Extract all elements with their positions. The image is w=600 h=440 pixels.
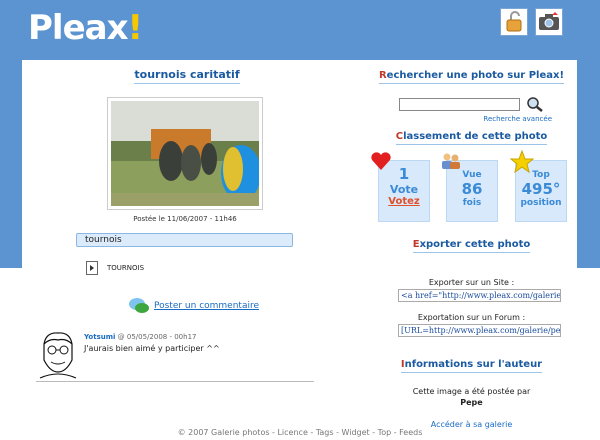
logo-bang: !	[127, 8, 143, 48]
tag-field[interactable]: tournois	[76, 233, 293, 247]
ranking-section-title: Classement de cette photo	[374, 131, 569, 145]
vote-button[interactable]: Votez	[379, 196, 429, 207]
camera-icon	[539, 12, 559, 30]
top-position: 495°	[521, 180, 561, 198]
ranking-title-text: lassement de cette photo	[403, 131, 548, 142]
padlock-icon	[506, 11, 522, 32]
export-site-label: Exporter sur un Site :	[428, 278, 515, 287]
views-count: 86	[461, 180, 483, 198]
comment-author-line: Yotsumi @ 05/05/2008 - 00h17	[84, 333, 196, 341]
tag-label: TOURNOIS	[107, 264, 145, 272]
star-icon	[510, 150, 534, 174]
comment-author[interactable]: Yotsumi	[84, 333, 115, 341]
ranking-title-initial: C	[395, 131, 404, 142]
author-posted-by: Cette image a été postée par	[412, 387, 531, 396]
photo-title: tournois caritatif	[134, 68, 240, 84]
post-comment-label: Poster un commentaire	[154, 301, 260, 311]
views-label: Vue	[462, 170, 482, 180]
vote-label: Vote	[389, 183, 419, 196]
search-title-initial: R	[378, 70, 387, 81]
user-avatar	[39, 332, 77, 379]
export-site-code[interactable]: <a href="http://www.pleax.com/galerie/pe	[398, 289, 561, 302]
author-name[interactable]: Pepe	[374, 398, 569, 407]
heart-icon	[371, 152, 391, 170]
photo-date: Postée le 11/06/2007 - 11h46	[133, 215, 237, 223]
footer: © 2007 Galerie photos - Licence - Tags -…	[177, 428, 423, 437]
sidebar: Rechercher une photo sur Pleax! Recherch…	[371, 60, 569, 429]
speech-bubbles-icon	[129, 298, 149, 313]
tag-item[interactable]: TOURNOIS	[86, 261, 144, 275]
author-title-text: nformations sur l'auteur	[404, 359, 543, 370]
logo-text: Pleax	[28, 8, 129, 48]
search-input[interactable]	[399, 97, 520, 111]
search-section-title: Rechercher une photo sur Pleax!	[374, 70, 569, 84]
photo-image[interactable]	[107, 97, 263, 210]
paintball-photo	[111, 101, 261, 206]
export-section-title: Exporter cette photo	[374, 239, 569, 253]
export-forum-code[interactable]: [URL=http://www.pleax.com/galerie/pepe,	[398, 324, 561, 337]
export-forum-label: Exportation sur un Forum :	[417, 313, 526, 322]
advanced-search-link[interactable]: Recherche avancée	[374, 115, 569, 123]
photo-title-wrap: tournois caritatif	[22, 68, 352, 84]
views-suffix: fois	[462, 198, 482, 208]
comment-item: Yotsumi @ 05/05/2008 - 00h17 J'aurais bi…	[36, 330, 314, 382]
comment-text: J'aurais bien aimé y participer ^^	[84, 344, 220, 353]
search-row	[374, 96, 569, 112]
upload-photo-button[interactable]	[535, 8, 563, 36]
tag-icon	[86, 261, 98, 275]
people-icon	[442, 153, 460, 169]
search-icon[interactable]	[526, 96, 544, 112]
site-logo[interactable]: Pleax!	[28, 8, 143, 48]
export-title-text: xporter cette photo	[419, 239, 531, 250]
search-title-text: echercher une photo sur Pleax!	[386, 70, 565, 81]
post-comment-link[interactable]: Poster un commentaire	[128, 297, 259, 315]
comment-datetime: @ 05/05/2008 - 00h17	[117, 333, 197, 341]
ranking-cards: 1 Vote Votez Vue 86 fois Top 495° positi…	[371, 150, 569, 222]
export-title-initial: E	[412, 239, 420, 250]
top-suffix: position	[520, 198, 562, 208]
login-button[interactable]	[500, 8, 528, 36]
author-section-title: Informations sur l'auteur	[374, 359, 569, 373]
main-panel: tournois caritatif Postée le 11/06/2007 …	[22, 60, 577, 440]
